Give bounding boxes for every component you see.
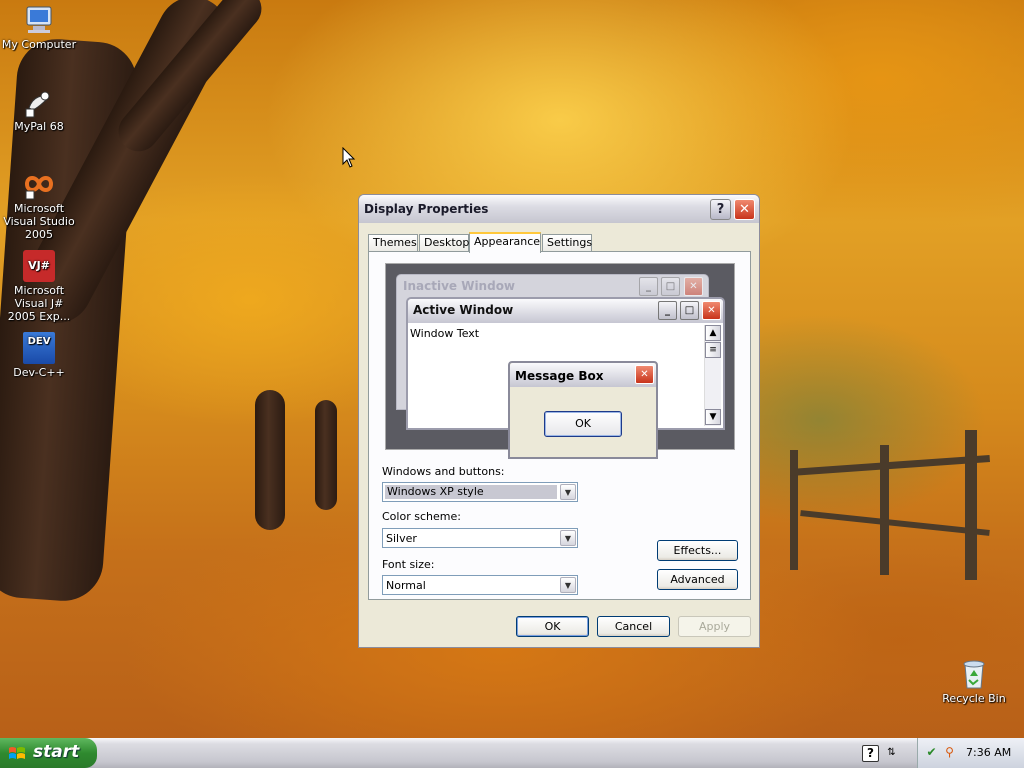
message-box-titlebar: Message Box ✕ — [510, 363, 656, 387]
tree-trunk — [255, 390, 285, 530]
dialog-titlebar[interactable]: Display Properties ? ✕ — [359, 195, 759, 223]
desktop-icon-label: Microsoft Visual Studio 2005 — [3, 202, 75, 241]
my-computer-icon — [26, 6, 52, 33]
tab-appearance[interactable]: Appearance — [469, 232, 541, 253]
system-tray: ✔ ⚲ 7:36 AM — [917, 738, 1024, 768]
close-button[interactable]: ✕ — [734, 199, 755, 220]
visual-studio-icon — [24, 176, 54, 200]
desktop-icon-label: Recycle Bin — [942, 692, 1006, 705]
tab-themes[interactable]: Themes — [368, 234, 418, 251]
windows-logo-icon — [9, 747, 25, 759]
desktop-icon-devcpp[interactable]: DEV Dev-C++ — [0, 332, 78, 379]
search-icon[interactable]: ⚲ — [942, 745, 957, 760]
security-icon[interactable]: ✔ — [924, 745, 939, 760]
mypal-icon — [25, 91, 50, 118]
active-window-titlebar: Active Window _ □ ✕ — [408, 299, 723, 323]
close-icon: ✕ — [684, 277, 703, 296]
chevron-down-icon[interactable]: ▼ — [560, 484, 576, 500]
desktop-icon-my-computer[interactable]: My Computer — [0, 4, 78, 51]
advanced-button[interactable]: Advanced — [657, 569, 738, 590]
scroll-up-icon: ▲ — [705, 325, 721, 341]
fence-rail — [800, 510, 990, 536]
tree-trunk — [315, 400, 337, 510]
desktop-icon-mypal[interactable]: MyPal 68 — [0, 86, 78, 133]
network-icon[interactable]: ⇅ — [884, 745, 899, 760]
maximize-icon: □ — [680, 301, 699, 320]
color-scheme-label: Color scheme: — [382, 510, 461, 523]
desktop-icon-label: Dev-C++ — [13, 366, 65, 379]
active-window-title: Active Window — [413, 303, 514, 317]
dialog-title: Display Properties — [364, 202, 489, 216]
mouse-cursor-icon — [342, 147, 356, 168]
chevron-down-icon[interactable]: ▼ — [560, 530, 576, 546]
help-button[interactable]: ? — [710, 199, 731, 220]
cancel-button[interactable]: Cancel — [597, 616, 670, 637]
minimize-icon: _ — [658, 301, 677, 320]
inactive-window-title: Inactive Window — [403, 279, 516, 293]
windows-and-buttons-label: Windows and buttons: — [382, 465, 505, 478]
close-icon: ✕ — [635, 365, 654, 384]
font-size-label: Font size: — [382, 558, 435, 571]
window-text-sample: Window Text — [410, 327, 480, 340]
help-icon[interactable]: ? — [862, 745, 879, 762]
appearance-preview: Inactive Window _ □ ✕ Active Window _ □ … — [385, 263, 735, 459]
preview-scrollbar: ▲ ≡ ▼ — [704, 325, 721, 426]
tab-settings[interactable]: Settings — [542, 234, 592, 251]
chevron-down-icon[interactable]: ▼ — [560, 577, 576, 593]
start-button[interactable]: start — [0, 738, 97, 768]
color-scheme-value: Silver — [386, 532, 417, 545]
font-size-value: Normal — [386, 579, 426, 592]
desktop-icon-label: My Computer — [1, 38, 77, 51]
fence-rail — [789, 455, 991, 476]
desktop-icon-visual-jsharp[interactable]: VJ# Microsoft Visual J# 2005 Exp... — [0, 250, 78, 323]
recycle-bin-icon — [963, 660, 985, 689]
appearance-panel: Inactive Window _ □ ✕ Active Window _ □ … — [368, 251, 751, 600]
minimize-icon: _ — [639, 277, 658, 296]
desktop-icon-label: MyPal 68 — [14, 120, 64, 133]
close-icon: ✕ — [702, 301, 721, 320]
maximize-icon: □ — [661, 277, 680, 296]
clock[interactable]: 7:36 AM — [966, 746, 1011, 759]
ok-button[interactable]: OK — [516, 616, 589, 637]
tab-desktop[interactable]: Desktop — [419, 234, 469, 251]
windows-and-buttons-value: Windows XP style — [385, 485, 557, 499]
start-label: start — [33, 742, 80, 762]
scroll-down-icon: ▼ — [705, 409, 721, 425]
fence-post — [965, 430, 977, 580]
display-properties-dialog[interactable]: Display Properties ? ✕ Themes Desktop Ap… — [358, 194, 760, 648]
preview-active-window: Active Window _ □ ✕ Window Text ▲ ≡ ▼ Me… — [406, 297, 725, 459]
visual-jsharp-icon: VJ# — [23, 250, 55, 282]
devcpp-icon: DEV — [23, 332, 55, 364]
preview-message-box: Message Box ✕ OK — [508, 361, 658, 459]
taskbar: start ? ⇅ ✔ ⚲ 7:36 AM — [0, 738, 1024, 768]
font-size-select[interactable]: Normal ▼ — [382, 575, 578, 595]
windows-and-buttons-select[interactable]: Windows XP style ▼ — [382, 482, 578, 502]
message-box-ok-button: OK — [544, 411, 622, 437]
effects-button[interactable]: Effects... — [657, 540, 738, 561]
apply-button[interactable]: Apply — [678, 616, 751, 637]
desktop-icon-recycle-bin[interactable]: Recycle Bin — [935, 658, 1013, 705]
desktop-icon-label: Microsoft Visual J# 2005 Exp... — [7, 284, 71, 323]
color-scheme-select[interactable]: Silver ▼ — [382, 528, 578, 548]
message-box-title: Message Box — [515, 369, 604, 383]
scroll-thumb: ≡ — [705, 342, 721, 358]
desktop-icon-visual-studio[interactable]: Microsoft Visual Studio 2005 — [0, 168, 78, 241]
